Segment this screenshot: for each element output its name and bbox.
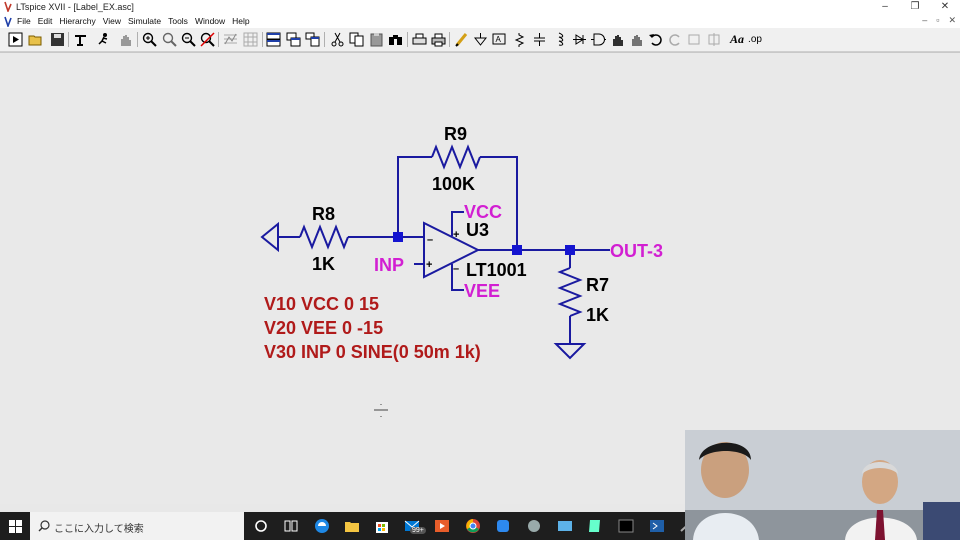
r9-name: R9 [444, 124, 467, 144]
media-player-icon[interactable] [433, 517, 451, 535]
mail-badge: 99+ [410, 527, 426, 534]
powershell-icon[interactable] [648, 517, 666, 535]
r7-name: R7 [586, 275, 609, 295]
store-icon[interactable] [373, 517, 391, 535]
r9-value: 100K [432, 174, 475, 194]
chrome-icon[interactable] [464, 517, 482, 535]
search-icon [38, 520, 50, 532]
r8-name: R8 [312, 204, 335, 224]
terminal-icon[interactable] [617, 517, 635, 535]
net-label-out[interactable]: OUT-3 [610, 241, 663, 261]
presenters-image [685, 430, 960, 540]
task-view-icon[interactable] [282, 517, 300, 535]
r8-value: 1K [312, 254, 335, 274]
start-button[interactable] [0, 512, 30, 540]
u3-vee-minus-sign: – [453, 263, 459, 275]
junction-node-output [565, 245, 575, 255]
edge-browser-icon[interactable] [313, 517, 331, 535]
input-ground-port [260, 221, 279, 253]
r9-resistor-body [431, 144, 481, 170]
windows-logo-icon [8, 519, 22, 533]
net-label-vcc[interactable]: VCC [464, 202, 502, 222]
junction-node-feedback [512, 245, 522, 255]
file-explorer-icon[interactable] [343, 517, 361, 535]
search-placeholder: ここに入力して検索 [54, 524, 144, 535]
webcam-overlay [685, 430, 960, 540]
r7-value: 1K [586, 305, 609, 325]
ground-symbol [553, 343, 587, 360]
spice-directive-v30[interactable]: V30 INP 0 SINE(0 50m 1k) [264, 342, 481, 363]
app-icon-blue[interactable] [494, 517, 512, 535]
u3-vcc-plus-sign: + [453, 229, 459, 241]
photos-icon[interactable] [556, 517, 574, 535]
cortana-icon[interactable] [252, 517, 270, 535]
u3-plus-sign: + [426, 259, 432, 271]
net-label-vee[interactable]: VEE [464, 281, 500, 301]
r7-resistor-body [557, 267, 583, 317]
r8-resistor-body [299, 224, 349, 250]
u3-minus-sign: – [427, 234, 433, 246]
u3-value: LT1001 [466, 260, 527, 280]
taskbar-search-box[interactable]: ここに入力して検索 [30, 512, 244, 540]
spice-directive-v10[interactable]: V10 VCC 0 15 [264, 294, 379, 315]
net-label-inp[interactable]: INP [374, 255, 404, 275]
snipping-tool-icon[interactable] [525, 517, 543, 535]
notes-icon[interactable] [586, 517, 604, 535]
spice-directive-v20[interactable]: V20 VEE 0 -15 [264, 318, 383, 339]
cursor-crosshair [374, 404, 388, 417]
junction-node-input [393, 232, 403, 242]
u3-name: U3 [466, 220, 489, 240]
